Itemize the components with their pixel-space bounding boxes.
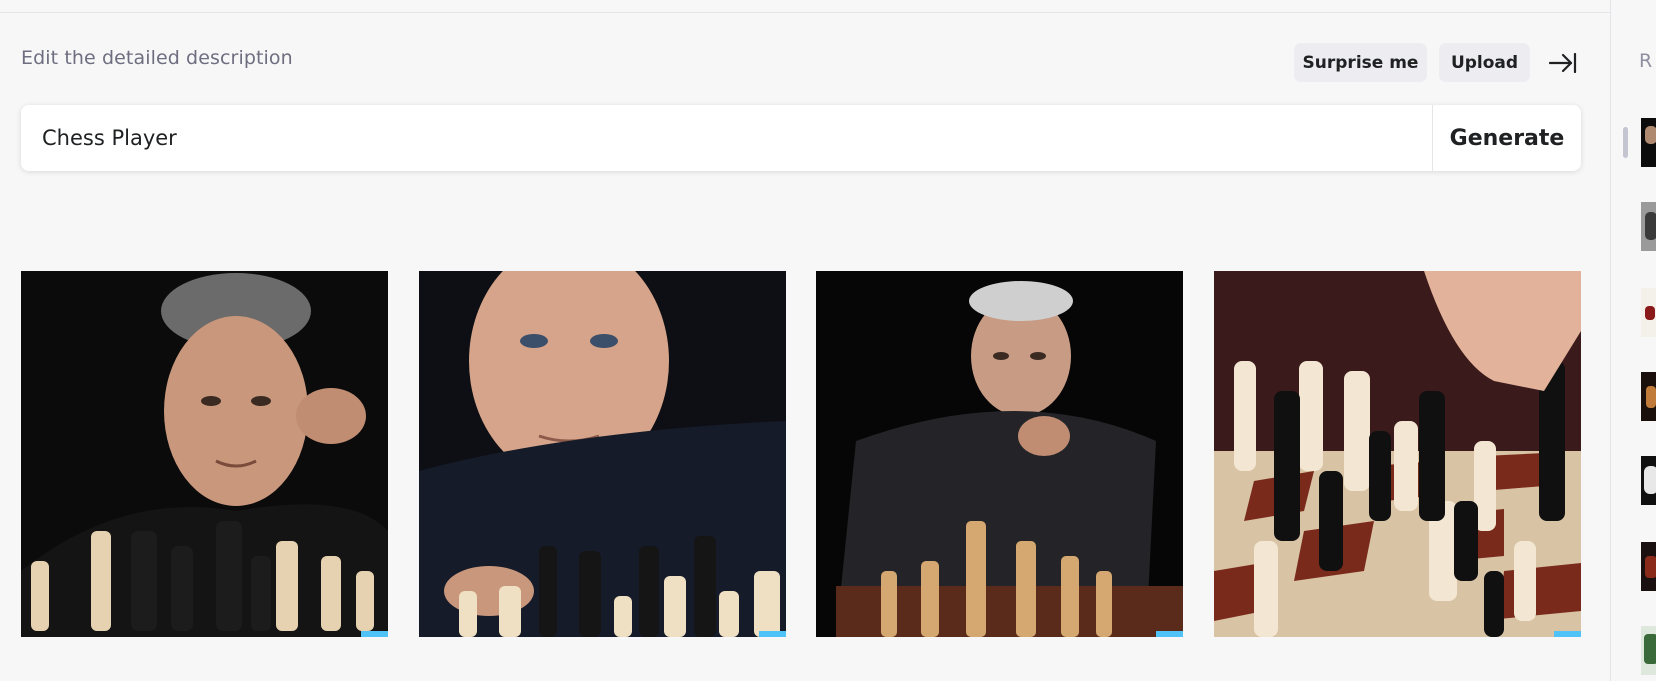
result-image-3[interactable]: [816, 271, 1183, 637]
history-sidebar: R: [1610, 0, 1656, 681]
main-panel: Edit the detailed description Surprise m…: [0, 0, 1610, 681]
upload-button[interactable]: Upload: [1439, 43, 1530, 82]
generate-button[interactable]: Generate: [1432, 105, 1581, 171]
history-thumbnail[interactable]: [1641, 456, 1656, 505]
results-grid: [21, 271, 1581, 637]
surprise-me-button[interactable]: Surprise me: [1294, 43, 1427, 82]
history-thumbnail[interactable]: [1641, 542, 1656, 591]
history-thumbnail[interactable]: [1641, 288, 1656, 337]
prompt-label: Edit the detailed description: [21, 47, 293, 69]
result-image-4[interactable]: [1214, 271, 1581, 637]
collapse-panel-button[interactable]: [1546, 48, 1580, 78]
collapse-panel-icon: [1549, 53, 1577, 73]
sidebar-title: R: [1639, 50, 1653, 72]
sidebar-scrollbar[interactable]: [1623, 127, 1628, 158]
history-thumbnail[interactable]: [1641, 372, 1656, 421]
prompt-input[interactable]: [21, 105, 1432, 171]
history-thumbnail[interactable]: [1641, 626, 1656, 675]
prompt-bar: Generate: [21, 105, 1581, 171]
history-thumbnail[interactable]: [1641, 118, 1656, 167]
result-image-2[interactable]: [419, 271, 786, 637]
history-thumbnail[interactable]: [1641, 202, 1656, 251]
result-image-1[interactable]: [21, 271, 388, 637]
